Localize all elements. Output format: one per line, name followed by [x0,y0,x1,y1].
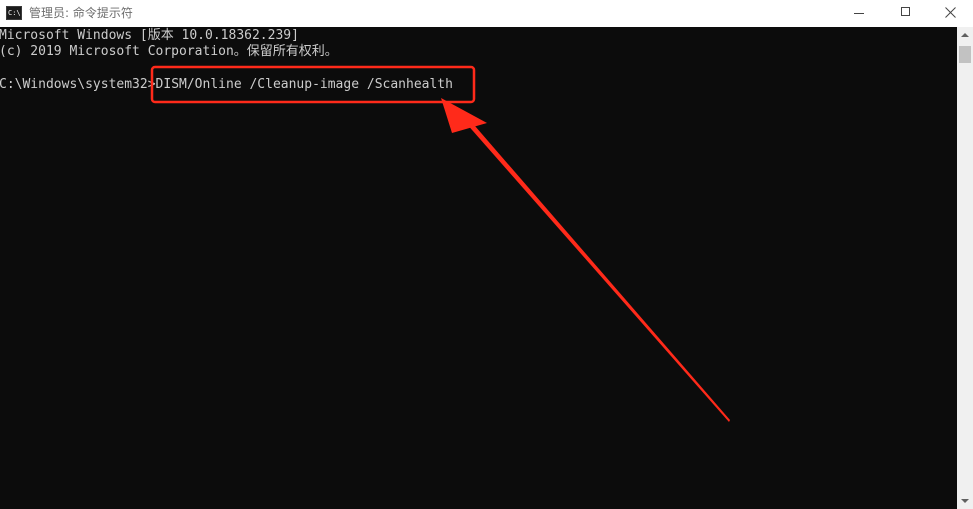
console-command[interactable]: DISM/Online /Cleanup-image /Scanhealth [156,77,453,92]
vertical-scrollbar[interactable] [957,27,973,509]
console-command-line[interactable]: C:\Windows\system32>DISM/Online /Cleanup… [0,77,453,93]
console-prompt: C:\Windows\system32> [0,77,156,92]
scroll-thumb[interactable] [959,46,971,63]
console-line-version: Microsoft Windows [版本 10.0.18362.239] [0,28,299,43]
maximize-button[interactable] [882,0,928,27]
command-prompt-window: C:\ 管理员: 命令提示符 Microsoft Windows [版本 10.… [0,0,973,509]
window-title: 管理员: 命令提示符 [29,6,133,20]
title-bar[interactable]: C:\ 管理员: 命令提示符 [0,0,973,27]
console-output[interactable]: Microsoft Windows [版本 10.0.18362.239] (c… [0,27,957,509]
console-line-copyright: (c) 2019 Microsoft Corporation。保留所有权利。 [0,44,338,59]
close-icon [945,7,956,18]
maximize-icon [901,7,910,16]
minimize-button[interactable] [836,0,882,27]
minimize-icon [854,13,864,14]
close-button[interactable] [927,0,973,27]
scroll-up-arrow-icon[interactable] [957,27,973,44]
cmd-icon: C:\ [6,6,22,20]
scroll-down-arrow-icon[interactable] [957,492,973,509]
